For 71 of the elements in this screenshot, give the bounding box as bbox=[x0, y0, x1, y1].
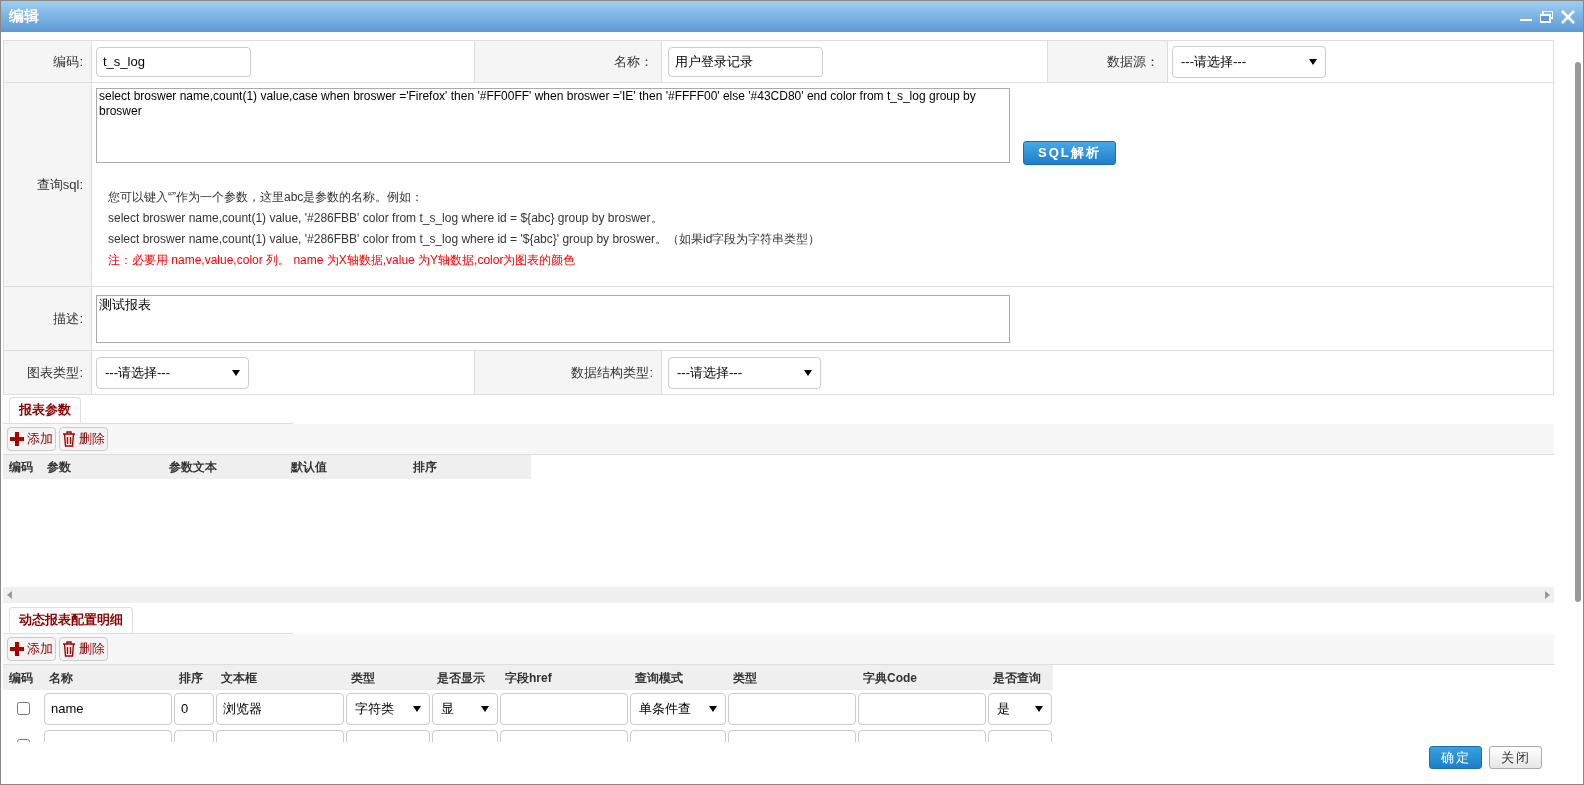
caret-icon bbox=[709, 705, 717, 712]
code-field[interactable]: t_s_log bbox=[96, 46, 251, 77]
cell-input[interactable] bbox=[858, 692, 986, 725]
chart-type-select[interactable]: ---请选择--- bbox=[96, 356, 249, 389]
column-header: 字典Code bbox=[863, 670, 917, 685]
cell-input[interactable]: name bbox=[44, 692, 172, 725]
panel-tab[interactable]: 动态报表配置明细 bbox=[9, 607, 133, 633]
cell-input[interactable]: 0 bbox=[174, 692, 214, 725]
hint-text: select broswer name,count(1) value, '#286FBB' color from t_s_log where id = '${abc}' group by broswer。（如果id字段为字符串类型） bbox=[108, 231, 822, 248]
column-header: 类型 bbox=[351, 670, 375, 685]
cell-select[interactable]: 单条件查 bbox=[630, 692, 726, 725]
close-button[interactable]: 关闭 bbox=[1489, 746, 1542, 769]
add-button[interactable]: 添加 bbox=[7, 427, 56, 451]
column-header: 参数文本 bbox=[169, 460, 217, 474]
name-field[interactable]: 用户登录记录 bbox=[668, 46, 823, 77]
column-header: 是否显示 bbox=[437, 670, 485, 685]
caret-icon bbox=[1035, 705, 1043, 712]
trash-icon bbox=[62, 641, 76, 657]
sql-textarea[interactable]: select broswer name,count(1) value,case when broswer ='Firefox' then '#FF00FF' when broswer ='IE' then '#FFFF00' else '#43CD80' end color from t_s_log group by broswer bbox=[96, 88, 1010, 163]
caret-icon bbox=[481, 705, 489, 712]
column-header: 文本框 bbox=[221, 670, 257, 685]
warning-text: 注：必要用 name,value,color 列。 name 为X轴数据,value 为Y轴数据,color为图表的颜色 bbox=[108, 252, 577, 269]
plus-icon bbox=[10, 642, 24, 656]
plus-icon bbox=[10, 432, 24, 446]
field-label: 编码: bbox=[53, 52, 83, 71]
caret-icon bbox=[413, 705, 421, 712]
field-label: 名称： bbox=[614, 52, 653, 71]
column-header: 是否查询 bbox=[993, 670, 1041, 685]
column-header: 默认值 bbox=[291, 460, 327, 474]
close-icon[interactable] bbox=[1561, 9, 1575, 24]
column-header: 排序 bbox=[413, 460, 437, 474]
right-arrow-icon[interactable] bbox=[1545, 591, 1550, 599]
restore-icon[interactable] bbox=[1540, 10, 1553, 23]
field-label: 数据源： bbox=[1107, 52, 1159, 71]
cell-select[interactable]: 字符类 bbox=[346, 692, 430, 725]
field-label: 图表类型: bbox=[27, 363, 83, 382]
panel-tab[interactable]: 报表参数 bbox=[9, 397, 81, 423]
column-header: 编码 bbox=[9, 460, 33, 474]
field-label: 描述: bbox=[53, 309, 83, 328]
hint-text: 您可以键入“”作为一个参数，这里abc是参数的名称。例如： bbox=[108, 189, 425, 206]
column-header: 编码 bbox=[9, 670, 33, 685]
window-title: 编辑 bbox=[9, 6, 39, 27]
column-header: 查询模式 bbox=[635, 670, 683, 685]
field-label: 数据结构类型: bbox=[571, 363, 653, 382]
cell-input[interactable]: 浏览器 bbox=[216, 692, 344, 725]
caret-icon bbox=[1309, 58, 1317, 65]
cell-input[interactable] bbox=[728, 692, 856, 725]
caret-icon bbox=[232, 369, 240, 376]
cell-input[interactable] bbox=[500, 692, 628, 725]
hint-text: select broswer name,count(1) value, '#286FBB' color from t_s_log where id = ${abc} group by broswer。 bbox=[108, 210, 664, 227]
column-header: 字段href bbox=[505, 670, 552, 685]
description-textarea[interactable]: 测试报表 bbox=[96, 294, 1010, 343]
column-header: 类型 bbox=[733, 670, 757, 685]
confirm-button[interactable]: 确定 bbox=[1429, 746, 1482, 769]
delete-button[interactable]: 删除 bbox=[59, 637, 108, 661]
data-structure-type-select[interactable]: ---请选择--- bbox=[668, 356, 821, 389]
field-label: 查询sql: bbox=[36, 175, 83, 194]
left-arrow-icon[interactable] bbox=[7, 591, 12, 599]
column-header: 排序 bbox=[179, 670, 203, 685]
column-header: 参数 bbox=[47, 460, 71, 474]
add-button[interactable]: 添加 bbox=[7, 637, 56, 661]
row-checkbox[interactable] bbox=[16, 702, 30, 715]
caret-icon bbox=[804, 369, 812, 376]
scrollbar-thumb[interactable] bbox=[1575, 62, 1581, 602]
cell-select[interactable]: 显 bbox=[432, 692, 498, 725]
datasource-select[interactable]: ---请选择--- bbox=[1172, 45, 1326, 78]
horizontal-scrollbar[interactable] bbox=[3, 587, 1554, 603]
column-header: 名称 bbox=[49, 670, 73, 685]
trash-icon bbox=[62, 431, 76, 447]
cell-select[interactable]: 是 bbox=[988, 692, 1052, 725]
delete-button[interactable]: 删除 bbox=[59, 427, 108, 451]
